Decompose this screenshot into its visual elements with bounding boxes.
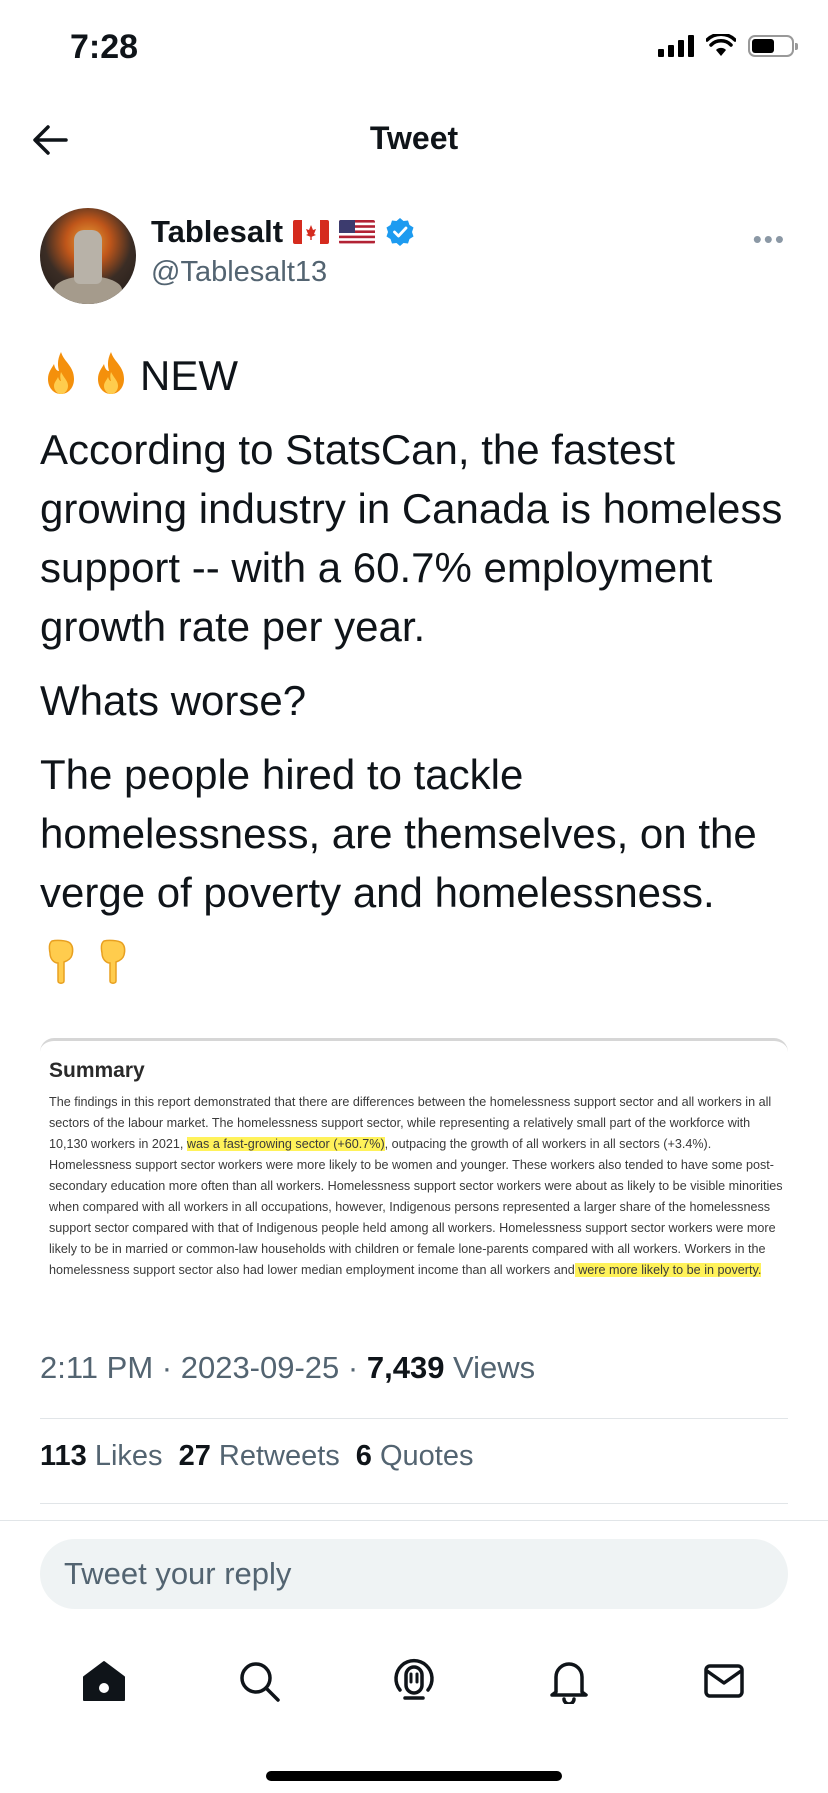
usa-flag-icon <box>339 220 376 244</box>
divider <box>40 1503 788 1504</box>
tweet-date: 2023-09-25 <box>180 1350 340 1385</box>
reply-input[interactable] <box>40 1539 788 1609</box>
search-icon <box>240 1662 280 1702</box>
likes-count: 113 <box>40 1440 87 1472</box>
status-bar: 7:28 <box>0 0 828 100</box>
fire-emoji-icon <box>98 352 124 394</box>
author-name-row: Tablesalt <box>151 214 415 250</box>
tweet-time: 2:11 PM <box>40 1350 154 1385</box>
battery-icon <box>748 35 798 57</box>
likes-stat[interactable]: 113 Likes <box>40 1440 163 1473</box>
media-highlight: were more likely to be in poverty. <box>574 1263 762 1277</box>
tab-home[interactable] <box>74 1651 134 1711</box>
media-highlight: was a fast-growing sector (+60.7%) <box>186 1137 385 1151</box>
tweet-emoji-line <box>40 937 800 1002</box>
media-text-part: , outpacing the growth of all workers in… <box>49 1137 783 1277</box>
quotes-stat[interactable]: 6 Quotes <box>356 1440 474 1473</box>
divider <box>40 1418 788 1419</box>
display-name[interactable]: Tablesalt <box>151 214 283 250</box>
fire-emoji-icon <box>48 352 74 394</box>
quotes-count: 6 <box>355 1440 372 1472</box>
page-title: Tweet <box>369 120 459 156</box>
tab-search[interactable] <box>229 1651 289 1711</box>
retweets-stat[interactable]: 27 Retweets <box>179 1440 340 1473</box>
cellular-signal-icon <box>658 35 694 57</box>
tweet-paragraph: The people hired to tackle homelessness,… <box>40 751 757 916</box>
tweet-author: Tablesalt @Tablesalt13 ••• <box>40 208 788 308</box>
views-count: 7,439 <box>366 1350 445 1385</box>
tweet-headline: NEW <box>140 352 238 399</box>
messages-icon <box>704 1664 745 1698</box>
tab-spaces[interactable] <box>384 1651 444 1711</box>
meta-separator: · <box>153 1350 181 1385</box>
author-handle[interactable]: @Tablesalt13 <box>151 256 327 289</box>
spaces-icon <box>394 1659 434 1700</box>
tweet-headline-line: NEW <box>40 346 800 405</box>
meta-separator: · <box>339 1350 367 1385</box>
notifications-icon <box>550 1662 588 1704</box>
tweet-stats: 113 Likes 27 Retweets 6 Quotes <box>40 1440 473 1473</box>
bottom-area <box>0 1520 828 1793</box>
tab-messages[interactable] <box>694 1651 754 1711</box>
tweet-media-image[interactable]: Summary The findings in this report demo… <box>40 1038 788 1309</box>
views-label: Views <box>444 1350 536 1385</box>
tab-notifications[interactable] <box>539 1651 599 1711</box>
status-time: 7:28 <box>70 28 139 66</box>
pointing-down-emoji-icon <box>100 939 126 984</box>
retweets-count: 27 <box>178 1440 211 1472</box>
tweet-meta: 2:11 PM · 2023-09-25 · 7,439 Views <box>40 1350 535 1386</box>
tweet-paragraph: Whats worse? <box>40 677 307 724</box>
wifi-icon <box>706 34 736 56</box>
tweet-text: NEW According to StatsCan, the fastest g… <box>40 346 800 1017</box>
home-indicator <box>266 1771 562 1781</box>
tab-bar <box>0 1651 828 1711</box>
verified-badge-icon <box>386 218 414 246</box>
more-options-icon[interactable]: ••• <box>753 224 786 255</box>
media-summary-title: Summary <box>49 1059 145 1082</box>
tweet-paragraph: According to StatsCan, the fastest growi… <box>40 426 783 650</box>
quotes-label: Quotes <box>379 1440 474 1472</box>
pointing-down-emoji-icon <box>48 939 74 984</box>
status-icons <box>658 34 798 58</box>
retweets-label: Retweets <box>218 1440 340 1472</box>
canada-flag-icon <box>293 220 330 244</box>
likes-label: Likes <box>94 1440 163 1472</box>
home-icon <box>82 1661 125 1701</box>
media-summary-text: The findings in this report demonstrated… <box>49 1092 789 1281</box>
avatar[interactable] <box>40 208 136 304</box>
